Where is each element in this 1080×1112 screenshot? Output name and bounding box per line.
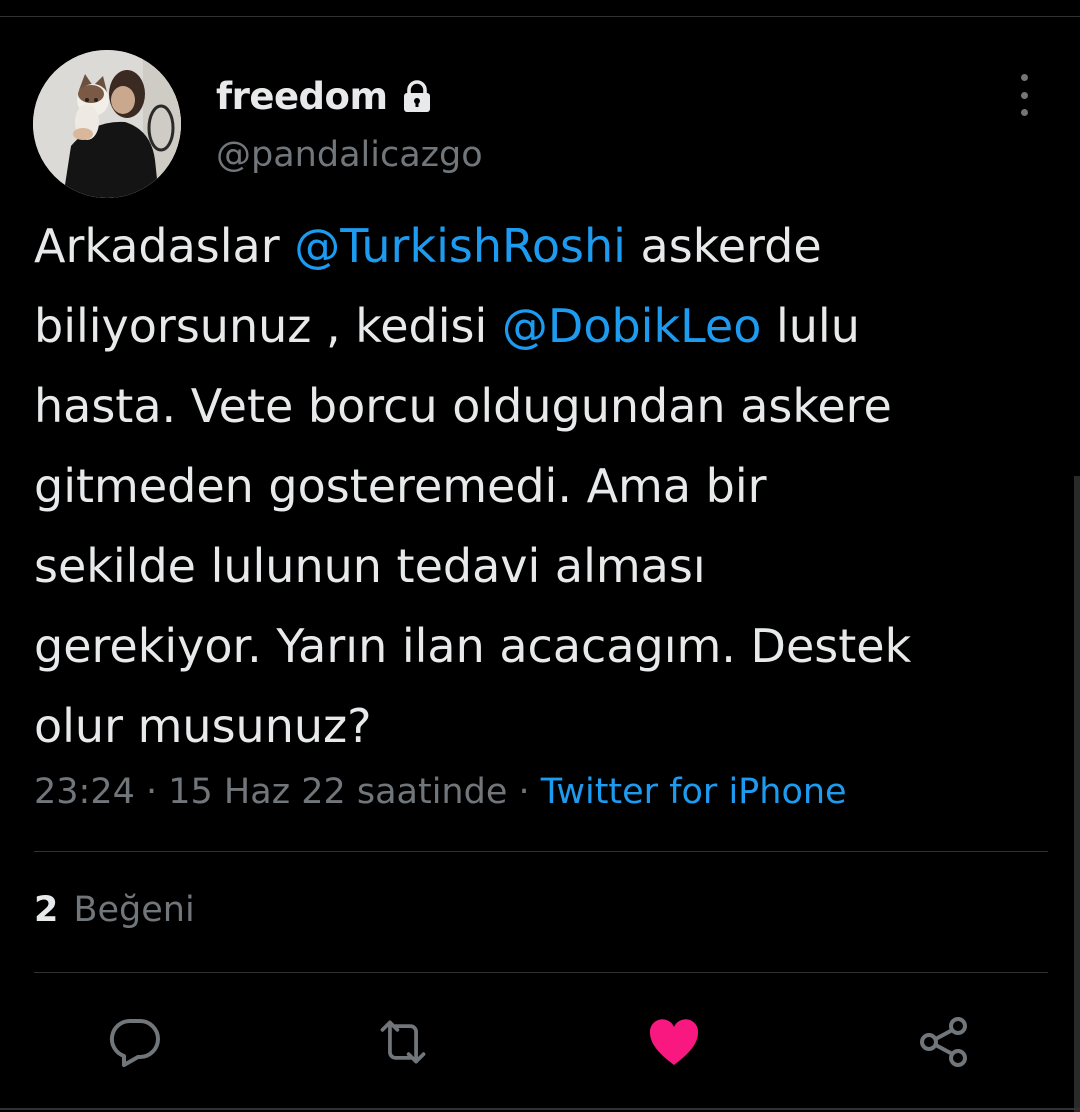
- retweet-icon: [380, 1020, 426, 1064]
- likes-count: 2: [34, 890, 59, 930]
- tweet-text-line: Arkadaslar @TurkishRoshi askerde: [34, 206, 1064, 286]
- more-options-icon[interactable]: [1008, 74, 1040, 116]
- lock-icon: [400, 79, 434, 113]
- tweet-source-link[interactable]: Twitter for iPhone: [541, 772, 847, 812]
- meta-separator: ·: [134, 772, 169, 812]
- share-button[interactable]: [916, 1014, 972, 1070]
- like-icon: [649, 1019, 699, 1065]
- tweet-text-segment: hasta. Vete borcu oldugundan askere: [34, 379, 892, 433]
- tweet-date[interactable]: 15 Haz 22 saatinde: [168, 772, 507, 812]
- top-divider: [0, 16, 1080, 17]
- tweet-text-line: gerekiyor. Yarın ilan acacagım. Destek: [34, 606, 1064, 686]
- author-name-row[interactable]: freedom: [216, 74, 434, 118]
- tweet-text-segment: lulu: [761, 299, 860, 353]
- tweet-meta: 23:24 · 15 Haz 22 saatinde · Twitter for…: [34, 772, 847, 812]
- meta-separator: ·: [507, 772, 541, 812]
- divider: [34, 972, 1048, 973]
- tweet-text: Arkadaslar @TurkishRoshi askerde biliyors…: [34, 206, 1064, 766]
- bottom-divider: [0, 1108, 1080, 1110]
- author-display-name[interactable]: freedom: [216, 75, 388, 118]
- tweet-text-segment: gerekiyor. Yarın ilan acacagım. Destek: [34, 619, 912, 673]
- retweet-button[interactable]: [375, 1014, 431, 1070]
- tweet-time[interactable]: 23:24: [34, 772, 135, 812]
- mention-link[interactable]: @TurkishRoshi: [294, 219, 626, 273]
- tweet-text-line: olur musunuz?: [34, 686, 1064, 766]
- author-handle[interactable]: @pandalicazgo: [216, 135, 483, 175]
- mention-link[interactable]: @DobikLeo: [502, 299, 761, 353]
- avatar[interactable]: [33, 50, 181, 198]
- tweet-text-segment: askerde: [625, 219, 822, 273]
- divider: [34, 851, 1048, 852]
- reply-icon: [109, 1018, 160, 1067]
- tweet-text-segment: olur musunuz?: [34, 699, 372, 753]
- tweet-text-line: sekilde lulunun tedavi alması: [34, 526, 1064, 606]
- likes-stat[interactable]: 2 Beğeni: [34, 890, 195, 930]
- tweet-text-line: biliyorsunuz , kedisi @DobikLeo lulu: [34, 286, 1064, 366]
- reply-button[interactable]: [107, 1014, 163, 1070]
- scrollbar[interactable]: [1074, 476, 1080, 1112]
- likes-label: Beğeni: [73, 890, 195, 930]
- tweet-text-segment: sekilde lulunun tedavi alması: [34, 539, 706, 593]
- tweet-text-segment: Arkadaslar: [34, 219, 295, 273]
- tweet-text-line: gitmeden gosteremedi. Ama bir: [34, 446, 1064, 526]
- tweet-text-line: hasta. Vete borcu oldugundan askere: [34, 366, 1064, 446]
- tweet-text-segment: gitmeden gosteremedi. Ama bir: [34, 459, 767, 513]
- share-icon: [920, 1017, 967, 1067]
- tweet-text-segment: biliyorsunuz , kedisi: [34, 299, 502, 353]
- like-button[interactable]: [646, 1014, 702, 1070]
